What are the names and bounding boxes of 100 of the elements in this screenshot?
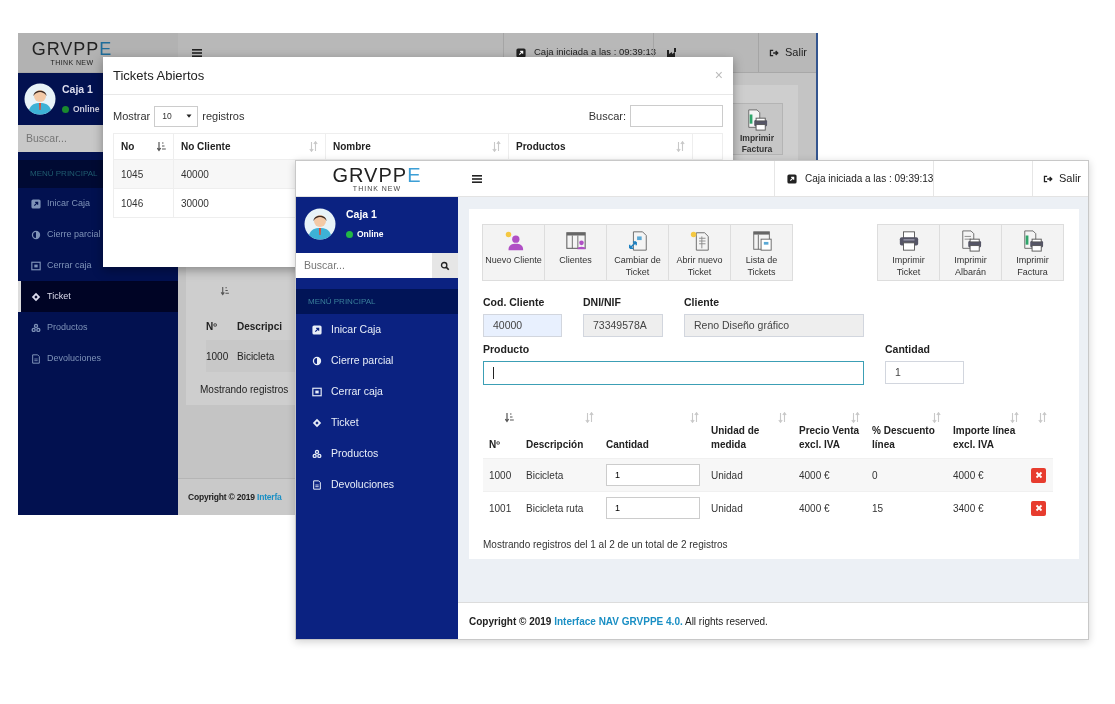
column-header[interactable]: Cantidad — [606, 438, 699, 452]
menu-icon — [471, 172, 483, 185]
column-header[interactable]: Unidad de medida — [711, 424, 787, 452]
factory-icon[interactable] — [666, 46, 678, 59]
sort-ascending-icon[interactable] — [505, 411, 514, 423]
column-header[interactable]: Descripci — [237, 318, 297, 334]
search-button[interactable] — [432, 253, 458, 278]
square-icon — [31, 260, 41, 271]
menu-item[interactable]: Ticket — [18, 281, 178, 312]
field-label: Cantidad — [885, 341, 931, 357]
column-header[interactable]: No Cliente — [181, 141, 231, 152]
column-header[interactable]: Nº — [489, 438, 514, 452]
sort-icon[interactable] — [1038, 411, 1047, 423]
menu-item[interactable]: Inicar Caja — [18, 188, 103, 219]
footer-link[interactable]: Interface NAV GRVPPE 4.0. — [554, 615, 683, 627]
search-label: Buscar: — [588, 108, 626, 124]
sort-ascending-icon[interactable] — [157, 141, 166, 152]
toolbar-button[interactable]: Abrir nuevo Ticket — [668, 224, 731, 281]
menu-item[interactable]: Ticket — [296, 407, 458, 438]
search-field[interactable]: Buscar... — [296, 253, 432, 278]
delete-button[interactable] — [1031, 467, 1046, 483]
menu-item[interactable]: Inicar Caja — [296, 314, 458, 345]
input-field[interactable]: 40000 — [483, 313, 562, 337]
quantity-field[interactable]: 1 — [606, 464, 700, 486]
input-field[interactable]: 73349578A — [583, 313, 663, 337]
external-link-icon — [787, 173, 797, 184]
copyright-text: Copyright © 2019 Interfa — [188, 490, 282, 504]
table-cell: 1000 — [483, 458, 520, 492]
user-name: Caja 1 — [62, 82, 94, 98]
field-label: Cliente — [684, 295, 720, 310]
sort-icon[interactable] — [778, 411, 787, 423]
toolbar-button[interactable]: Imprimir Albarán — [939, 224, 1002, 281]
input-field[interactable] — [483, 360, 864, 385]
toolbar-button[interactable]: Nuevo Cliente — [482, 224, 545, 281]
document-icon — [626, 230, 649, 252]
table-cell-text: 1000 — [206, 349, 230, 364]
document-icon — [31, 353, 41, 364]
ticket-icon — [312, 417, 322, 428]
sort-icon[interactable] — [585, 411, 594, 423]
toolbar-button[interactable]: Lista de Tickets — [730, 224, 793, 281]
sort-icon[interactable] — [492, 141, 501, 152]
logo-wordmark: GRVPPE — [31, 38, 113, 59]
column-header[interactable]: Precio Venta excl. IVA — [799, 424, 860, 452]
delete-button[interactable] — [1031, 500, 1046, 516]
x-icon — [1034, 504, 1043, 513]
menu-icon — [191, 46, 203, 59]
page-size-select[interactable]: 10 — [154, 105, 199, 127]
table-cell: 3400 € — [947, 491, 1025, 525]
sort-icon[interactable] — [1010, 411, 1019, 423]
column-header[interactable]: Nombre — [333, 141, 371, 152]
toolbar-button[interactable]: Clientes — [544, 224, 607, 281]
table-cell: 4000 € — [947, 458, 1025, 492]
quantity-field[interactable]: 1 — [606, 497, 700, 520]
document-icon — [750, 230, 773, 252]
sort-ascending-icon[interactable] — [220, 286, 230, 297]
column-header[interactable]: % Descuento línea — [872, 424, 941, 452]
menu-item[interactable]: Productos — [18, 312, 103, 343]
user-name: Caja 1 — [346, 207, 378, 223]
table-cell: 15 — [866, 491, 947, 525]
logout-link[interactable]: Salir — [1032, 161, 1088, 196]
copyright-text: Copyright © 2019 Interface NAV GRVPPE 4.0. All rights reserved. — [469, 614, 768, 629]
field-label: Producto — [483, 341, 531, 357]
printer-icon — [746, 109, 768, 131]
field-label: Cod. Cliente — [483, 295, 546, 310]
toolbar-button[interactable]: Imprimir Ticket — [877, 224, 940, 281]
sort-icon[interactable] — [690, 411, 699, 423]
input-field[interactable]: 1 — [885, 360, 964, 384]
toolbar-button[interactable]: Cambiar de Ticket — [606, 224, 669, 281]
sort-icon[interactable] — [851, 411, 860, 423]
toolbar-button[interactable]: Imprimir Factura — [731, 103, 783, 155]
column-header[interactable]: Descripción — [526, 438, 594, 452]
column-header[interactable]: Importe línea excl. IVA — [953, 424, 1019, 452]
contrast-icon — [31, 229, 41, 240]
toolbar-button[interactable]: Imprimir Factura — [1001, 224, 1064, 281]
table-cell: Unidad — [705, 491, 793, 525]
modal-title: Tickets Abiertos — [113, 66, 205, 85]
input-field[interactable]: Reno Diseño gráfico — [684, 313, 864, 337]
table-info: Mostrando registros del 1 al 2 de un total de 2 registros — [483, 537, 729, 552]
menu-item[interactable]: Productos — [296, 438, 458, 469]
column-header[interactable]: Productos — [516, 141, 566, 152]
menu-item[interactable]: Cerrar caja — [18, 250, 103, 281]
search-field[interactable] — [630, 105, 723, 127]
menu-item[interactable]: Devoluciones — [296, 469, 458, 500]
table-info: Mostrando registros — [200, 383, 289, 397]
cubes-icon — [31, 322, 41, 333]
logout-icon — [769, 47, 779, 58]
table-cell-text: Bicicleta — [237, 349, 276, 364]
menu-item[interactable]: Cierre parcial — [296, 345, 458, 376]
field-label: DNI/NIF — [583, 295, 622, 310]
sort-icon[interactable] — [932, 411, 941, 423]
column-header[interactable]: No — [121, 141, 135, 152]
session-time: Caja iniciada a las : 09:39:13 — [534, 45, 656, 60]
menu-item[interactable]: Devoluciones — [18, 343, 103, 374]
logout-icon — [1043, 173, 1053, 184]
sort-icon[interactable] — [309, 141, 318, 152]
menu-item[interactable]: Cerrar caja — [296, 376, 458, 407]
logout-link[interactable]: Salir — [758, 33, 816, 72]
column-header[interactable]: Nº — [206, 318, 237, 334]
menu-item[interactable]: Cierre parcial — [18, 219, 103, 250]
sort-icon[interactable] — [676, 141, 685, 152]
